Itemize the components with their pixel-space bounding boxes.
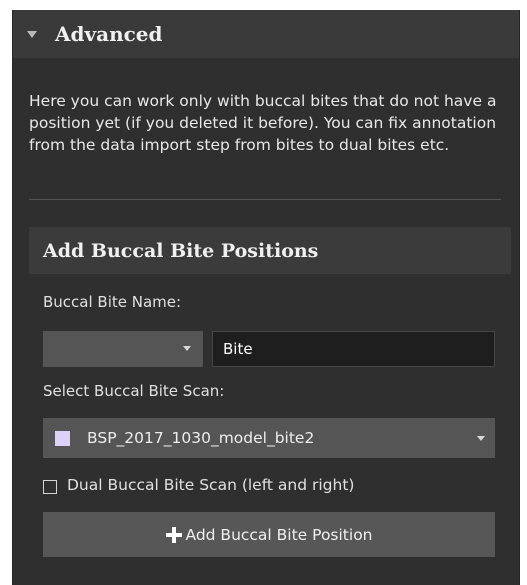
color-swatch bbox=[55, 430, 70, 446]
selected-scan-text: BSP_2017_1030_model_bite2 bbox=[87, 429, 315, 447]
section-description: Here you can work only with buccal bites… bbox=[29, 92, 497, 154]
section-title: Advanced bbox=[55, 22, 163, 46]
chevron-down-icon bbox=[477, 436, 485, 441]
add-buccal-bite-position-button[interactable]: Add Buccal Bite Position bbox=[43, 512, 495, 557]
name-prefix-dropdown[interactable] bbox=[43, 331, 203, 367]
triangle-down-icon[interactable] bbox=[27, 30, 37, 38]
add-button-label: Add Buccal Bite Position bbox=[185, 525, 373, 544]
select-scan-label: Select Buccal Bite Scan: bbox=[43, 382, 225, 400]
buccal-bite-name-input[interactable] bbox=[212, 331, 495, 367]
buccal-bite-scan-dropdown[interactable]: BSP_2017_1030_model_bite2 bbox=[43, 418, 495, 458]
dual-scan-label[interactable]: Dual Buccal Bite Scan (left and right) bbox=[67, 476, 354, 494]
divider bbox=[29, 199, 501, 200]
advanced-panel: Advanced Here you can work only with buc… bbox=[12, 10, 520, 585]
plus-icon bbox=[165, 526, 182, 543]
buccal-bite-name-label: Buccal Bite Name: bbox=[43, 293, 182, 311]
advanced-section-header[interactable]: Advanced bbox=[13, 10, 519, 58]
dual-scan-checkbox[interactable] bbox=[43, 480, 57, 494]
add-positions-title: Add Buccal Bite Positions bbox=[43, 239, 319, 262]
add-positions-header: Add Buccal Bite Positions bbox=[29, 227, 511, 274]
chevron-down-icon bbox=[183, 346, 191, 351]
